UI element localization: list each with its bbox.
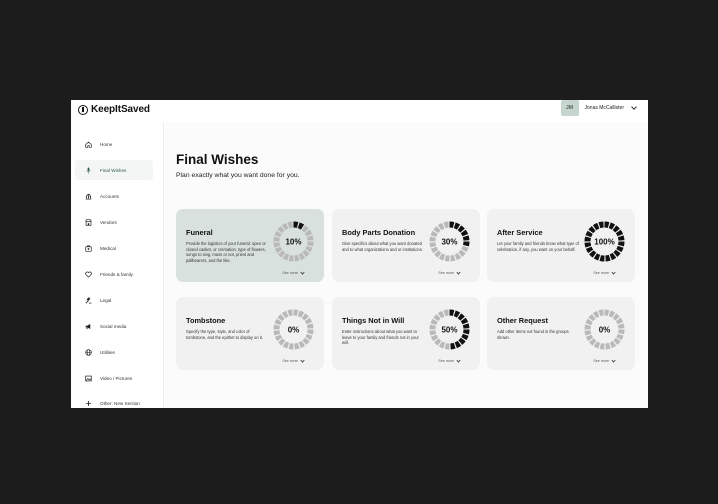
sidebar-item-utilities[interactable]: Utilities	[75, 342, 153, 362]
user-menu[interactable]: JM Jonas McCallister	[560, 100, 637, 116]
progress-percent: 50%	[441, 325, 457, 334]
main-content: Final Wishes Plan exactly what you want …	[165, 122, 648, 408]
heart-icon	[85, 271, 92, 278]
progress-percent: 100%	[594, 237, 614, 246]
globe-icon	[85, 348, 92, 356]
sidebar-item-label: Final Wishes	[100, 167, 127, 173]
card-title: Funeral	[186, 228, 213, 237]
chevron-down-icon	[300, 270, 305, 275]
sidebar-item-label: Other: New Section	[100, 400, 140, 406]
shop-icon	[85, 218, 92, 226]
sidebar-item-label: Vendors	[100, 219, 117, 225]
card-title: After Service	[497, 228, 543, 237]
chevron-down-icon	[456, 270, 461, 275]
logo-icon	[78, 104, 88, 115]
gavel-icon	[85, 296, 92, 304]
avatar: JM	[560, 100, 579, 116]
progress-percent: 0%	[599, 325, 611, 334]
logo[interactable]: KeepItSaved	[78, 104, 150, 115]
see-more-label: See more	[593, 359, 609, 363]
page-title: Final Wishes	[176, 152, 259, 167]
bank-icon	[85, 193, 92, 200]
progress-ring: 0%	[273, 309, 314, 350]
see-more-link[interactable]: See more	[438, 270, 461, 275]
chevron-down-icon	[611, 270, 616, 275]
see-more-link[interactable]: See more	[282, 270, 305, 275]
progress-ring: 50%	[429, 309, 470, 350]
card-body-parts-donation[interactable]: Body Parts Donation Give specifics about …	[332, 209, 480, 282]
progress-ring: 0%	[584, 309, 625, 350]
card-description: Let your family and friends know what ty…	[497, 241, 579, 252]
sidebar-item-label: Medical	[100, 245, 116, 251]
progress-percent: 0%	[288, 325, 300, 334]
see-more-link[interactable]: See more	[593, 270, 616, 275]
user-name: Jonas McCallister	[584, 105, 624, 111]
card-description: Provide the logistics of your funeral: o…	[186, 241, 266, 263]
plus-icon	[85, 400, 92, 407]
sidebar-item-label: Friends & family	[100, 271, 133, 277]
see-more-label: See more	[282, 359, 298, 363]
see-more-link[interactable]: See more	[282, 358, 305, 363]
sidebar-item-final-wishes[interactable]: Final Wishes	[75, 160, 153, 180]
chevron-down-icon	[611, 358, 616, 363]
microphone-icon	[85, 167, 92, 174]
sidebar-item-social-media[interactable]: Social media	[75, 316, 153, 336]
sidebar-item-home[interactable]: Home	[75, 134, 153, 154]
card-funeral[interactable]: Funeral Provide the logistics of your fun…	[176, 209, 324, 282]
card-other-request[interactable]: Other Request Add other items not found i…	[487, 297, 635, 370]
see-more-link[interactable]: See more	[593, 358, 616, 363]
sidebar-item-video-pictures[interactable]: Video / Pictures	[75, 368, 153, 388]
card-description: Enter instructions about what you want t…	[342, 329, 419, 346]
card-title: Tombstone	[186, 316, 226, 325]
card-description: Add other items not found in the groups …	[497, 329, 569, 340]
card-after-service[interactable]: After Service Let your family and friends…	[487, 209, 635, 282]
page-subtitle: Plan exactly what you want done for you.	[176, 172, 300, 179]
sidebar-item-label: Video / Pictures	[100, 375, 133, 381]
sidebar: Home Final Wishes Accounts Vendors Medical Fr…	[71, 122, 164, 408]
sidebar-item-other-new-section[interactable]: Other: New Section	[75, 393, 153, 408]
sidebar-item-label: Accounts	[100, 193, 119, 199]
progress-ring: 30%	[429, 221, 470, 262]
sidebar-item-accounts[interactable]: Accounts	[75, 186, 153, 206]
image-icon	[85, 375, 92, 382]
chevron-down-icon	[456, 358, 461, 363]
see-more-label: See more	[438, 271, 454, 275]
see-more-label: See more	[593, 271, 609, 275]
chevron-down-icon[interactable]	[631, 104, 637, 110]
sidebar-item-label: Legal	[100, 297, 112, 303]
progress-ring: 100%	[584, 221, 625, 262]
home-icon	[85, 141, 92, 148]
sidebar-item-label: Social media	[100, 323, 127, 329]
see-more-label: See more	[438, 359, 454, 363]
top-bar: KeepItSaved JM Jonas McCallister	[71, 100, 648, 122]
chevron-down-icon	[300, 358, 305, 363]
see-more-label: See more	[282, 271, 298, 275]
app-window: KeepItSaved JM Jonas McCallister Home Fin…	[71, 100, 648, 408]
sidebar-item-label: Home	[100, 141, 113, 147]
progress-percent: 30%	[441, 237, 457, 246]
card-title: Body Parts Donation	[342, 228, 416, 237]
card-tombstone[interactable]: Tombstone Specify the type, style, and co…	[176, 297, 324, 370]
sidebar-item-friends-family[interactable]: Friends & family	[75, 264, 153, 284]
medical-icon	[85, 244, 92, 252]
brand-name: KeepItSaved	[91, 104, 150, 115]
card-title: Other Request	[497, 316, 548, 325]
sidebar-item-medical[interactable]: Medical	[75, 238, 153, 258]
see-more-link[interactable]: See more	[438, 358, 461, 363]
card-description: Give specifics about what you want donat…	[342, 241, 424, 252]
progress-ring: 10%	[273, 221, 314, 262]
card-description: Specify the type, style, and color of to…	[186, 329, 263, 340]
sidebar-item-label: Utilities	[100, 349, 115, 355]
progress-percent: 10%	[285, 237, 301, 246]
sidebar-item-vendors[interactable]: Vendors	[75, 212, 153, 232]
card-title: Things Not in Will	[342, 316, 405, 325]
megaphone-icon	[85, 323, 92, 330]
sidebar-item-legal[interactable]: Legal	[75, 290, 153, 310]
card-things-not-in-will[interactable]: Things Not in Will Enter instructions abo…	[332, 297, 480, 370]
